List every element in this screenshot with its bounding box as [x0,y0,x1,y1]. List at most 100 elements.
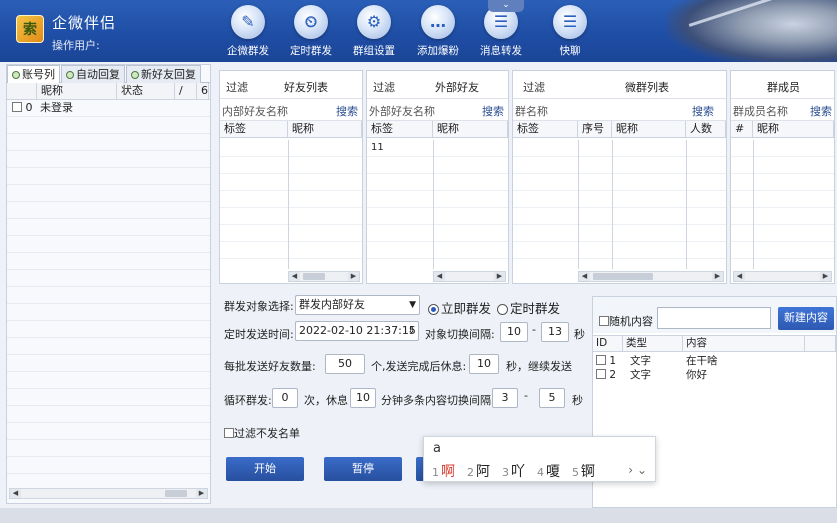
search-field-label[interactable]: 外部好友名称 [369,103,435,119]
row-checkbox[interactable] [596,355,606,365]
timer-icon: ⏲ [294,5,328,39]
content-min-input[interactable]: 3 [492,388,518,408]
loop-label: 循环群发: [224,394,272,407]
toolbar-button-quick-chat[interactable]: ☰ 快聊 [535,5,605,61]
scroll-right-icon[interactable]: ▶ [712,272,723,281]
panel-title: 外部好友 [435,81,479,94]
column-header-status[interactable]: 状态 [117,83,175,99]
content-max-input[interactable]: 5 [539,388,565,408]
row-checkbox[interactable] [596,369,606,379]
column-header-nickname[interactable]: 昵称 [753,121,834,137]
column-header-id[interactable]: ID [593,336,623,351]
column-header-nickname[interactable]: 昵称 [433,121,508,137]
filter-toggle[interactable]: 过滤 [523,79,545,95]
new-content-button[interactable]: 新建内容 [778,307,834,330]
account-horizontal-scrollbar[interactable]: ◀ ▶ [9,488,208,499]
row-checkbox[interactable] [12,102,22,112]
scroll-left-icon[interactable]: ◀ [579,272,590,281]
scheduled-radio[interactable]: 定时群发 [497,298,560,317]
search-field-label[interactable]: 内部好友名称 [222,103,288,119]
blacklist-checkbox[interactable]: 过滤不发名单 [224,425,300,441]
column-header-tag[interactable]: 标签 [220,121,288,137]
column-header-type[interactable]: 类型 [623,336,683,351]
random-content-checkbox[interactable]: 随机内容 [599,313,653,329]
column-divider [288,140,289,269]
switch-min-input[interactable]: 10 [500,322,528,342]
loop-rest-input[interactable]: 10 [350,388,376,408]
table-row[interactable]: 1 文字 在干啥 [593,355,836,368]
ime-candidate[interactable]: 5锕 [572,461,595,481]
scroll-right-icon[interactable]: ▶ [494,272,505,281]
scroll-left-icon[interactable]: ◀ [289,272,300,281]
tab-accounts[interactable]: 账号列 [7,65,60,83]
search-button[interactable]: 搜索 [692,103,714,119]
scroll-right-icon[interactable]: ▶ [348,272,359,281]
spinner-icon[interactable]: ⇕ [407,322,415,340]
row-text: 在干啥 [686,355,718,367]
scroll-thumb[interactable] [303,273,325,280]
switch-max-input[interactable]: 13 [541,322,569,342]
batch-size-input[interactable]: 50 [325,354,365,374]
candidate-char: 嗄 [546,464,560,480]
pause-button[interactable]: 暂停 [324,457,402,481]
filter-toggle[interactable]: 过滤 [226,79,248,95]
horizontal-scrollbar[interactable]: ◀ ▶ [733,271,832,282]
search-button[interactable]: 搜索 [482,103,504,119]
table-row[interactable]: 11 [367,140,508,157]
tab-new-friend-reply[interactable]: 新好友回复 [126,65,201,83]
scroll-thumb[interactable] [593,273,653,280]
scroll-right-icon[interactable]: ▶ [820,272,831,281]
horizontal-scrollbar[interactable]: ◀ ▶ [288,271,360,282]
horizontal-scrollbar[interactable]: ◀ ▶ [433,271,506,282]
table-row[interactable]: 0 未登录 [7,100,210,117]
content-filter-input[interactable] [657,307,771,329]
search-button[interactable]: 搜索 [810,103,832,119]
column-header-extra[interactable]: / [175,83,197,99]
panel-header: 群成员 [731,71,834,99]
table-row[interactable]: 2 文字 你好 [593,369,836,382]
search-field-label[interactable]: 群成员名称 [733,103,788,119]
datetime-picker[interactable]: 2022-02-10 21:37:15 ⇕ [295,321,419,341]
search-button[interactable]: 搜索 [336,103,358,119]
toolbar-button-add-fans[interactable]: … 添加爆粉 [403,5,473,61]
scroll-left-icon[interactable]: ◀ [10,489,21,498]
toolbar-label: 添加爆粉 [417,45,459,57]
minutes-unit: 分钟 [381,394,403,407]
column-header-nickname[interactable]: 昵称 [37,83,117,99]
column-header-nickname[interactable]: 昵称 [288,121,362,137]
loop-count-input[interactable]: 0 [272,388,298,408]
toolbar-button-mass-send[interactable]: ✎ 企微群发 [213,5,283,61]
scroll-thumb[interactable] [165,490,187,497]
candidate-number: 1 [432,466,439,479]
collapse-toolbar-button[interactable]: ⌄ [488,0,524,12]
ime-candidate[interactable]: 1啊 [432,461,455,481]
panel-search-row: 群成员名称 搜索 [731,99,834,121]
toolbar-button-group-settings[interactable]: ⚙ 群组设置 [339,5,409,61]
column-header-number[interactable]: # [731,121,753,137]
ime-candidate[interactable]: 4嗄 [537,461,560,481]
filter-toggle[interactable]: 过滤 [373,79,395,95]
column-header-nickname[interactable]: 昵称 [612,121,686,137]
next-page-icon[interactable]: › [628,463,633,477]
immediate-radio[interactable]: 立即群发 [428,298,491,317]
start-button[interactable]: 开始 [226,457,304,481]
column-header-content[interactable]: 内容 [683,336,805,351]
toolbar-button-message-forward[interactable]: ☰ 消息转发 [466,5,536,61]
toolbar-button-scheduled-send[interactable]: ⏲ 定时群发 [276,5,346,61]
scroll-left-icon[interactable]: ◀ [434,272,445,281]
chevron-down-icon[interactable]: ⌄ [637,463,647,477]
scroll-right-icon[interactable]: ▶ [196,489,207,498]
search-field-label[interactable]: 群名称 [515,103,548,119]
tab-auto-reply[interactable]: 自动回复 [61,65,125,83]
column-header-extra2[interactable]: 6 [197,83,209,99]
ime-candidate[interactable]: 3吖 [502,461,525,481]
scroll-left-icon[interactable]: ◀ [734,272,745,281]
horizontal-scrollbar[interactable]: ◀ ▶ [578,271,724,282]
column-header-count[interactable]: 人数 [686,121,726,137]
column-header-index[interactable]: 序号 [578,121,612,137]
column-header-tag[interactable]: 标签 [367,121,433,137]
ime-candidate[interactable]: 2阿 [467,461,490,481]
target-select[interactable]: 群发内部好友 ▼ [295,295,420,315]
column-header-tag[interactable]: 标签 [513,121,578,137]
rest-input[interactable]: 10 [469,354,499,374]
